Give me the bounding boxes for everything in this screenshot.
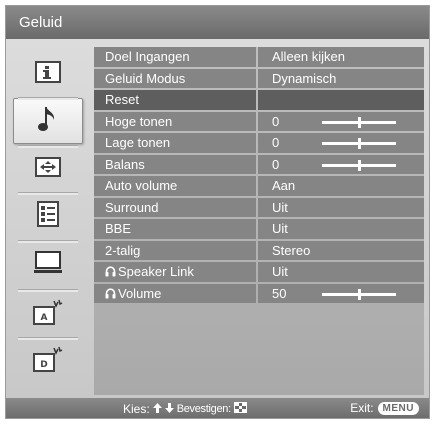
slider-thumb[interactable] — [358, 159, 361, 171]
sidebar-divider — [18, 192, 78, 195]
menu-row-value: Uit — [258, 219, 424, 239]
menu-row-label: Volume — [94, 283, 256, 305]
menu-row-label-text: Doel Ingangen — [105, 49, 190, 64]
sidebar-category-2[interactable] — [13, 98, 83, 144]
category-sidebar: AD — [6, 39, 90, 398]
menu-row-label-text: Volume — [118, 285, 162, 301]
navigation-hint: Kies: Bevestigen: — [123, 402, 247, 416]
exit-hint: Exit: MENU — [350, 401, 419, 415]
settings-list-icon — [37, 200, 59, 232]
menu-row[interactable]: Auto volume Aan — [94, 176, 424, 196]
menu-button-icon[interactable]: MENU — [377, 401, 419, 415]
menu-row-value: Stereo — [258, 240, 424, 261]
menu-row[interactable]: 2-talig Stereo — [94, 240, 424, 261]
menu-row[interactable]: Lage tonen 0 — [94, 133, 424, 153]
menu-row[interactable]: Geluid Modus Dynamisch — [94, 68, 424, 89]
menu-title: Geluid — [19, 14, 63, 31]
monitor-icon — [34, 250, 62, 279]
menu-row-label: Doel Ingangen — [94, 47, 256, 67]
slider-thumb[interactable] — [358, 116, 361, 128]
sidebar-divider — [18, 337, 78, 340]
help-bar: Kies: Bevestigen: Exit: MENU — [6, 398, 429, 418]
sound-menu-window: Geluid AD Doel Ingangen Alleen kijken Gelu… — [5, 5, 430, 419]
menu-row-label-text: Surround — [105, 199, 159, 215]
menu-row-value: Alleen kijken — [258, 47, 424, 67]
level-slider[interactable] — [322, 288, 396, 300]
menu-row[interactable]: BBE Uit — [94, 219, 424, 239]
level-slider[interactable] — [322, 159, 396, 171]
menu-row-label-text: Lage tonen — [105, 135, 171, 150]
digital-setup-icon: D — [33, 346, 63, 377]
menu-row-label: Reset — [94, 90, 256, 110]
arrow-down-icon — [164, 402, 174, 416]
title-bar: Geluid — [6, 6, 429, 39]
menu-row-label: Speaker Link — [94, 262, 256, 282]
menu-row-label: BBE — [94, 219, 256, 239]
headphone-icon — [105, 285, 116, 305]
analog-setup-icon: A — [33, 299, 63, 330]
headphone-icon — [105, 263, 116, 283]
screen-adjust-icon — [35, 156, 61, 182]
menu-row[interactable]: Speaker Link Uit — [94, 262, 424, 282]
sidebar-category-4[interactable] — [13, 193, 83, 239]
menu-row[interactable]: Balans 0 — [94, 154, 424, 175]
picture-settings-icon — [35, 60, 61, 88]
menu-row-label: Balans — [94, 154, 256, 175]
enter-button-icon — [233, 402, 247, 416]
menu-row[interactable]: Hoge tonen 0 — [94, 111, 424, 132]
menu-row-label: Hoge tonen — [94, 111, 256, 132]
menu-row-label: 2-talig — [94, 240, 256, 261]
menu-row-label-text: Balans — [105, 156, 145, 172]
menu-row[interactable]: Volume 50 — [94, 283, 424, 305]
menu-row-label: Lage tonen — [94, 133, 256, 153]
sidebar-divider — [18, 97, 78, 100]
sidebar-category-3[interactable] — [13, 146, 83, 192]
exit-hint-label: Exit: — [350, 401, 374, 415]
settings-list: Doel Ingangen Alleen kijken Geluid Modus Dy… — [94, 47, 424, 395]
menu-row-label: Surround — [94, 197, 256, 218]
slider-thumb[interactable] — [358, 138, 361, 149]
sidebar-divider — [18, 289, 78, 292]
sidebar-divider — [18, 145, 78, 148]
menu-row[interactable]: Doel Ingangen Alleen kijken — [94, 47, 424, 67]
menu-row-value: Dynamisch — [258, 68, 424, 89]
sidebar-category-1[interactable] — [13, 51, 83, 97]
menu-row-label-text: Speaker Link — [118, 264, 194, 279]
menu-row-label-text: 2-talig — [105, 242, 141, 258]
menu-row-label-text: Reset — [105, 92, 139, 107]
menu-row-value — [258, 90, 424, 110]
arrow-up-icon — [152, 402, 162, 416]
confirm-hint-label: Bevestigen: — [176, 403, 231, 415]
sidebar-category-7[interactable]: D — [13, 338, 83, 384]
svg-text:D: D — [40, 360, 47, 370]
sidebar-divider — [18, 240, 78, 243]
svg-text:A: A — [41, 313, 48, 323]
sidebar-category-6[interactable]: A — [13, 291, 83, 337]
menu-row-value: Uit — [258, 197, 424, 218]
menu-row[interactable]: Reset — [94, 90, 424, 110]
menu-row-label-text: Geluid Modus — [105, 70, 186, 86]
level-slider[interactable] — [322, 116, 396, 128]
menu-row-label-text: Hoge tonen — [105, 113, 173, 129]
level-slider[interactable] — [322, 138, 396, 149]
menu-row-label-text: Auto volume — [105, 178, 178, 193]
sidebar-category-5[interactable] — [13, 241, 83, 287]
menu-row-value: Aan — [258, 176, 424, 196]
menu-row-value: Uit — [258, 262, 424, 282]
menu-row-label: Geluid Modus — [94, 68, 256, 89]
music-note-icon — [37, 104, 59, 139]
slider-thumb[interactable] — [358, 288, 361, 300]
menu-row-label-text: BBE — [105, 221, 132, 236]
menu-row[interactable]: Surround Uit — [94, 197, 424, 218]
menu-content: AD Doel Ingangen Alleen kijken Geluid Modu… — [6, 39, 429, 398]
select-hint-label: Kies: — [123, 402, 150, 416]
menu-row-label: Auto volume — [94, 176, 256, 196]
